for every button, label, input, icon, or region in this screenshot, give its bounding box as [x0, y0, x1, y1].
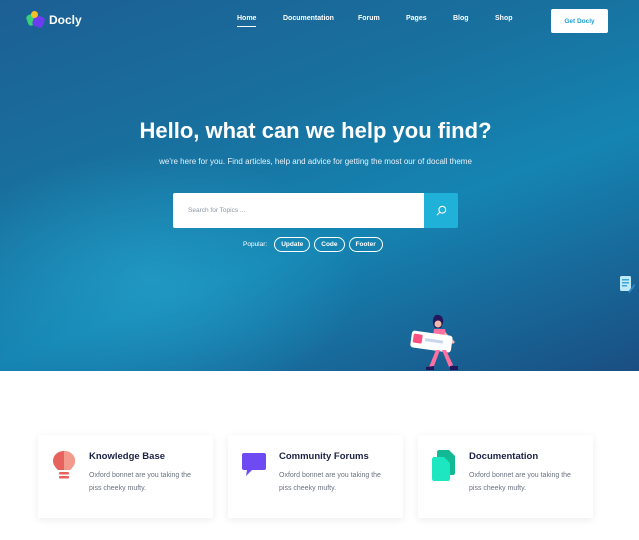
- features-section: Knowledge Base Oxford bonnet are you tak…: [0, 371, 639, 540]
- nav-item-forum[interactable]: Forum: [358, 15, 380, 22]
- hero-subtitle: we're here for you. Find articles, help …: [159, 157, 472, 166]
- feature-text: Oxford bonnet are you taking the piss ch…: [89, 472, 191, 492]
- get-docly-button[interactable]: Get Docly: [551, 9, 608, 33]
- nav-item-shop[interactable]: Shop: [495, 15, 513, 22]
- feature-card-community-forums[interactable]: Community Forums Oxford bonnet are you t…: [228, 435, 403, 518]
- popular-tags: Popular: Update Code Footer: [243, 237, 387, 252]
- hero-section: Docly Home Documentation Forum Pages Blo…: [0, 0, 639, 371]
- documents-icon: [432, 450, 455, 481]
- side-panel-icon[interactable]: [619, 275, 636, 294]
- tag-update[interactable]: Update: [274, 237, 311, 252]
- main-nav: Home Documentation Forum Pages Blog Shop: [0, 15, 639, 29]
- feature-text: Oxford bonnet are you taking the piss ch…: [279, 472, 381, 492]
- hero-glow: [0, 150, 360, 371]
- nav-item-pages[interactable]: Pages: [406, 15, 427, 22]
- tag-code[interactable]: Code: [314, 237, 345, 252]
- tag-footer[interactable]: Footer: [348, 237, 383, 252]
- nav-item-documentation[interactable]: Documentation: [283, 15, 334, 22]
- search-button[interactable]: [424, 193, 458, 228]
- feature-title: Documentation: [469, 451, 539, 462]
- search-input[interactable]: [173, 193, 424, 228]
- feature-title: Community Forums: [279, 451, 369, 462]
- lightbulb-icon: [53, 451, 75, 479]
- feature-title: Knowledge Base: [89, 451, 166, 462]
- hero-title: Hello, what can we help you find?: [139, 118, 492, 143]
- feature-text: Oxford bonnet are you taking the piss ch…: [469, 472, 571, 492]
- nav-item-home[interactable]: Home: [237, 15, 257, 27]
- feature-card-knowledge-base[interactable]: Knowledge Base Oxford bonnet are you tak…: [38, 435, 213, 518]
- chat-bubble-icon: [242, 453, 266, 476]
- nav-item-blog[interactable]: Blog: [453, 15, 469, 22]
- popular-label: Popular:: [243, 241, 268, 248]
- search-bar: [173, 193, 458, 228]
- feature-card-documentation[interactable]: Documentation Oxford bonnet are you taki…: [418, 435, 593, 518]
- search-icon: [436, 205, 446, 216]
- person-carrying-card-illustration: [408, 314, 464, 371]
